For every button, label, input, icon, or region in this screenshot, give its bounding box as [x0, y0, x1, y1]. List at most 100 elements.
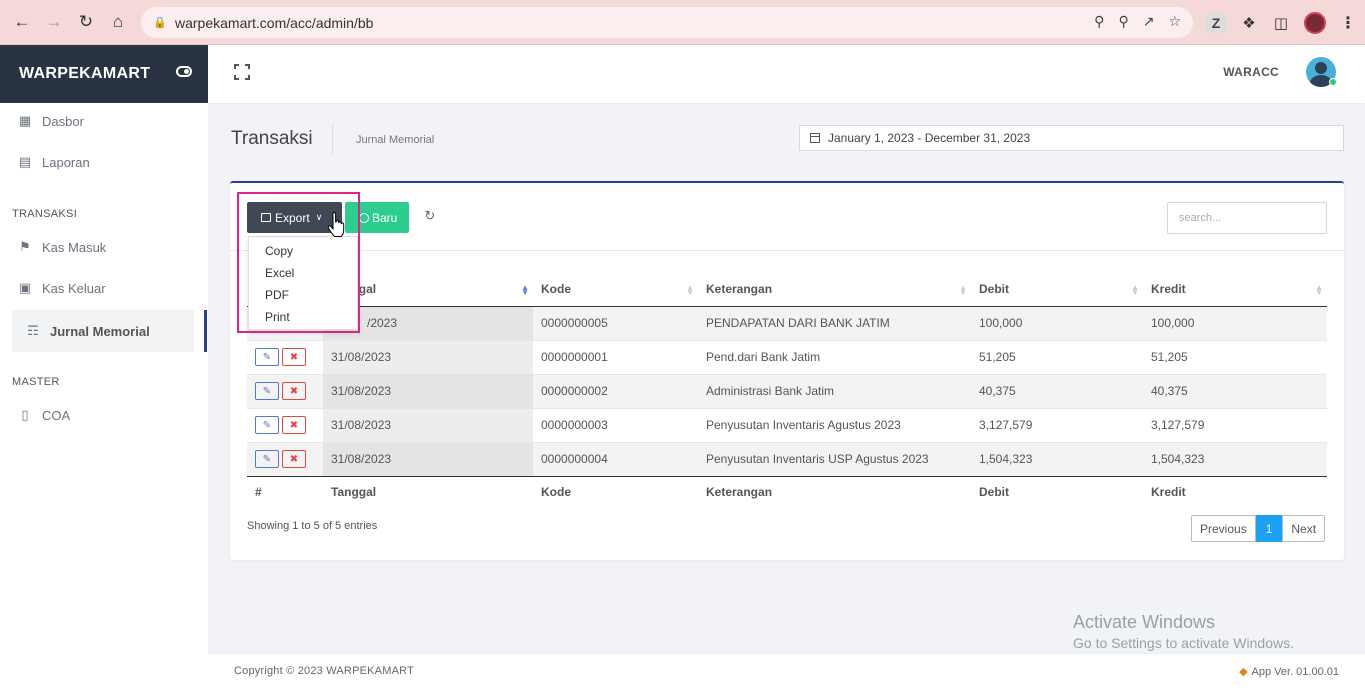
cell-kredit: 3,127,579	[1143, 407, 1327, 442]
share-icon[interactable]: ↗	[1143, 13, 1155, 30]
address-bar[interactable]: 🔒 warpekamart.com/acc/admin/bb ⚲ ⚲ ↗ ☆	[141, 7, 1193, 38]
edit-icon[interactable]: ✎	[255, 348, 279, 366]
footer-kredit: Kredit	[1143, 475, 1327, 508]
sidebar-item-label: Kas Keluar	[42, 280, 106, 296]
row-actions: ✎ ✖	[247, 373, 323, 408]
sort-desc-icon: ▲ ▼	[521, 283, 529, 297]
bookmark-star-icon[interactable]: ☆	[1168, 13, 1181, 30]
column-header-kode[interactable]: Kode ▲ ▼	[533, 273, 698, 307]
sidebar-item-jurnal-memorial[interactable]: ☶ Jurnal Memorial	[12, 310, 194, 352]
page-title: Transaksi	[231, 128, 313, 149]
extension-z-icon[interactable]: Z	[1206, 13, 1226, 33]
online-status-dot	[1329, 78, 1337, 86]
cell-debit: 40,375	[971, 373, 1143, 408]
more-menu-icon[interactable]: ⋮	[1340, 13, 1356, 33]
windows-activation-watermark: Activate Windows Go to Settings to activ…	[1073, 612, 1294, 651]
table-row: ✎ ✖ 31/08/2023 0000000001 Pend.dari Bank …	[247, 339, 1327, 374]
user-name[interactable]: WARACC	[1223, 65, 1279, 79]
cell-tanggal: 31/08/2023	[323, 339, 533, 374]
cell-kredit: 1,504,323	[1143, 441, 1327, 476]
section-heading-master: MASTER	[12, 376, 60, 388]
bank-icon: ⚑	[19, 239, 31, 254]
watermark-line-1: Activate Windows	[1073, 612, 1216, 632]
cell-tanggal: 31/08/2023	[323, 441, 533, 476]
sidebar-item-label: Jurnal Memorial	[50, 323, 150, 339]
back-icon[interactable]: ←	[12, 12, 32, 32]
profile-avatar[interactable]	[1304, 12, 1326, 34]
footer-tanggal: Tanggal	[323, 475, 533, 508]
page-1-button[interactable]: 1	[1255, 515, 1283, 542]
footer-keterangan: Keterangan	[698, 475, 971, 508]
puzzle-icon[interactable]: ❖	[1240, 14, 1258, 32]
trash-icon[interactable]: ✖	[282, 450, 306, 468]
section-heading-transaksi: TRANSAKSI	[12, 208, 78, 220]
edit-icon[interactable]: ✎	[255, 450, 279, 468]
date-range-picker[interactable]: January 1, 2023 - December 31, 2023	[799, 125, 1344, 151]
sort-icon: ▲ ▼	[1315, 283, 1323, 297]
cell-kode: 0000000005	[533, 305, 698, 340]
trash-icon[interactable]: ✖	[282, 416, 306, 434]
app-version-text: App Ver. 01.00.01	[1251, 666, 1339, 678]
entries-info: Showing 1 to 5 of 5 entries	[247, 520, 378, 532]
sidebar-item-kas-keluar[interactable]: ▣ Kas Keluar	[12, 268, 194, 308]
column-header-keterangan[interactable]: Keterangan ▲ ▼	[698, 273, 971, 307]
trash-icon[interactable]: ✖	[282, 348, 306, 366]
url-text: warpekamart.com/acc/admin/bb	[175, 14, 374, 31]
search-input[interactable]	[1167, 202, 1327, 234]
cell-debit: 100,000	[971, 305, 1143, 340]
app-version: ◆ App Ver. 01.00.01	[1239, 665, 1339, 678]
journal-card: Export ∨ Baru ↻ Tanggal▲▼ Kode▲▼ Keteran…	[230, 181, 1344, 560]
refresh-icon[interactable]: ↻	[423, 208, 437, 223]
sort-icon: ▲ ▼	[1131, 283, 1139, 297]
sidebar-item-label: Dasbor	[42, 113, 84, 129]
forward-icon[interactable]: →	[44, 12, 64, 32]
previous-page-button[interactable]: Previous	[1191, 515, 1256, 542]
page-footer: Copyright © 2023 WARPEKAMART ◆ App Ver. 0…	[208, 653, 1365, 690]
home-icon[interactable]: ⌂	[108, 12, 128, 32]
cell-kode: 0000000001	[533, 339, 698, 374]
sidebar-item-kas-masuk[interactable]: ⚑ Kas Masuk	[12, 227, 194, 267]
cell-keterangan: Penyusutan Inventaris Agustus 2023	[698, 407, 971, 442]
active-indicator	[204, 310, 207, 352]
footer-kode: Kode	[533, 475, 698, 508]
footer-debit: Debit	[971, 475, 1143, 508]
sidebar-toggle-icon[interactable]	[176, 66, 192, 77]
row-actions: ✎ ✖	[247, 441, 323, 476]
reload-icon[interactable]: ↻	[76, 12, 96, 32]
table-row: ✎ ✖ 31/08/2023 0000000002 Administrasi Ba…	[247, 373, 1327, 408]
column-header-kredit[interactable]: Kredit ▲ ▼	[1143, 273, 1327, 307]
sidebar-item-dasbor[interactable]: ▦ Dasbor	[12, 101, 194, 141]
lock-icon: 🔒	[153, 17, 167, 29]
sidebar-item-label: Kas Masuk	[42, 239, 107, 255]
cell-keterangan: Administrasi Bank Jatim	[698, 373, 971, 408]
trash-icon[interactable]: ✖	[282, 382, 306, 400]
cell-debit: 1,504,323	[971, 441, 1143, 476]
table-row: /2023 0000000005 PENDAPATAN DARI BANK JA…	[247, 305, 1327, 340]
column-header-debit[interactable]: Debit ▲ ▼	[971, 273, 1143, 307]
row-actions: ✎ ✖	[247, 339, 323, 374]
fullscreen-icon[interactable]	[234, 64, 250, 80]
table-header-row: Tanggal▲▼ Kode▲▼ Keterangan▲▼ Debit▲▼ Kr…	[247, 273, 1327, 307]
sidebar-item-coa[interactable]: ▯ COA	[12, 395, 194, 435]
table-row: ✎ ✖ 31/08/2023 0000000004 Penyusutan Inve…	[247, 441, 1327, 476]
title-divider	[332, 124, 333, 155]
top-header: WARACC	[208, 45, 1365, 103]
pagination: Previous 1 Next	[1191, 515, 1326, 542]
wallet-icon: ▣	[18, 280, 32, 295]
new-label: Baru	[372, 210, 398, 225]
key-icon[interactable]: ⚲	[1094, 13, 1104, 30]
cell-debit: 51,205	[971, 339, 1143, 374]
edit-icon[interactable]: ✎	[255, 416, 279, 434]
side-panel-icon[interactable]: ◫	[1272, 14, 1290, 32]
cell-tanggal: 31/08/2023	[323, 407, 533, 442]
report-icon: ▤	[18, 154, 32, 169]
sidebar-item-label: Laporan	[42, 154, 90, 170]
next-page-button[interactable]: Next	[1282, 515, 1326, 542]
cell-keterangan: PENDAPATAN DARI BANK JATIM	[698, 305, 971, 340]
sidebar-item-laporan[interactable]: ▤ Laporan	[12, 142, 194, 182]
cell-kode: 0000000003	[533, 407, 698, 442]
cell-keterangan: Penyusutan Inventaris USP Agustus 2023	[698, 441, 971, 476]
zoom-icon[interactable]: ⚲	[1118, 13, 1128, 30]
edit-icon[interactable]: ✎	[255, 382, 279, 400]
sort-icon: ▲ ▼	[686, 283, 694, 297]
